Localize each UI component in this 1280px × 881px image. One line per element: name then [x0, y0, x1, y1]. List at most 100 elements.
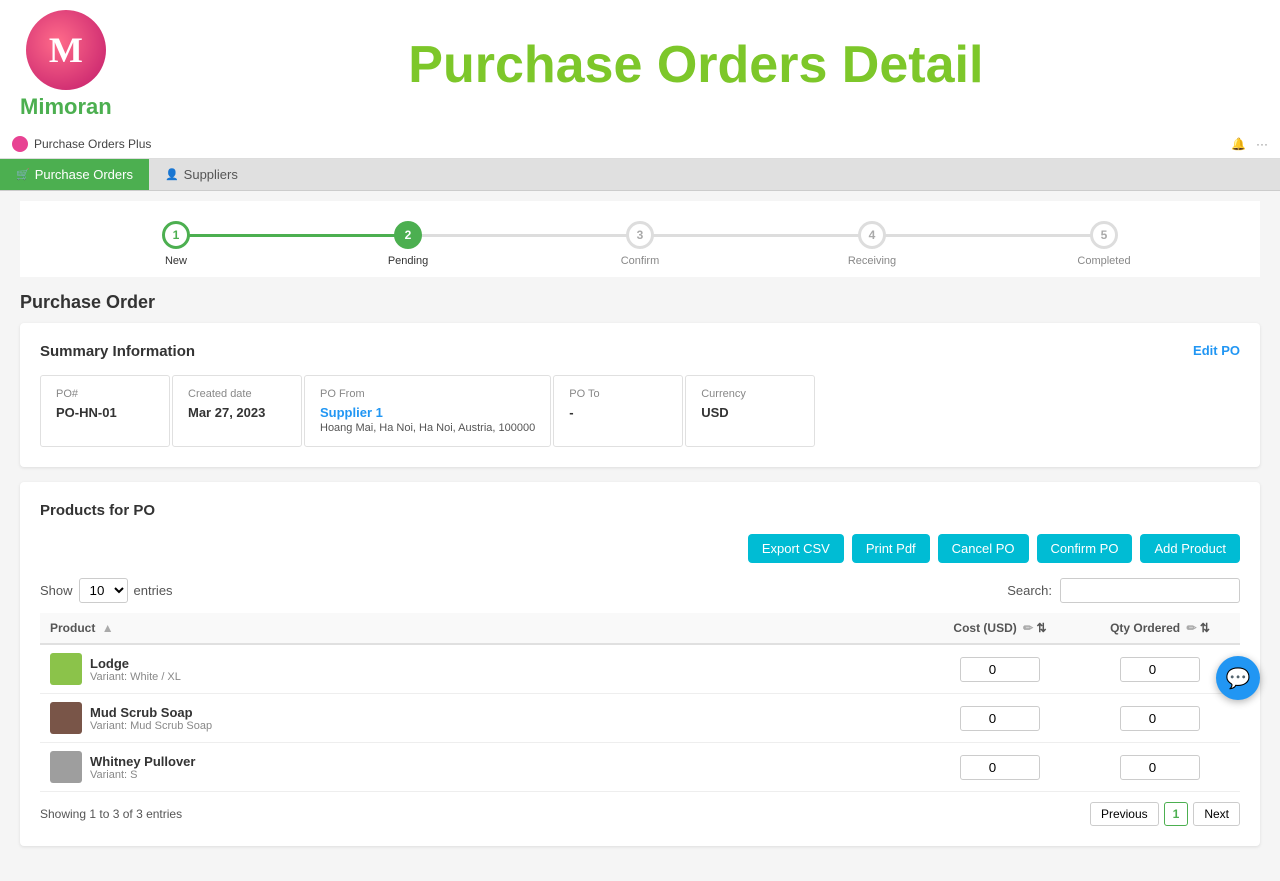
- step-circle-pending: 2: [394, 221, 422, 249]
- summary-grid: PO# PO-HN-01 Created date Mar 27, 2023 P…: [40, 375, 1240, 447]
- summary-card-header: Summary Information Edit PO: [40, 343, 1240, 360]
- summary-cell-po-to: PO To -: [553, 375, 683, 447]
- page-title: Purchase Orders Detail: [132, 35, 1260, 95]
- cost-input-1[interactable]: [960, 706, 1040, 731]
- cost-cell-0: [920, 644, 1080, 694]
- next-page-button[interactable]: Next: [1193, 802, 1240, 826]
- qty-input-2[interactable]: [1120, 755, 1200, 780]
- step-label-completed: Completed: [1077, 255, 1130, 267]
- bell-icon[interactable]: 🔔: [1231, 137, 1246, 151]
- product-name-1: Mud Scrub Soap: [90, 705, 212, 720]
- logo-circle: M: [26, 10, 106, 90]
- summary-card: Summary Information Edit PO PO# PO-HN-01…: [20, 323, 1260, 467]
- pagination-controls: Previous 1 Next: [1090, 802, 1240, 826]
- app-bar-actions: 🔔 ···: [1231, 137, 1268, 151]
- nav-tab-suppliers[interactable]: 👤 Suppliers: [149, 159, 254, 190]
- created-date-value: Mar 27, 2023: [188, 405, 286, 420]
- products-header: Products for PO: [40, 502, 1240, 519]
- table-controls: Show 10 25 50 entries Search:: [40, 578, 1240, 603]
- table-row: Mud Scrub Soap Variant: Mud Scrub Soap: [40, 694, 1240, 743]
- product-sort-icon: ▲: [102, 621, 114, 635]
- step-label-receiving: Receiving: [848, 255, 896, 267]
- qty-cell-1: [1080, 694, 1240, 743]
- export-csv-button[interactable]: Export CSV: [748, 534, 844, 563]
- entries-label: entries: [134, 583, 173, 598]
- product-cell-inner-2: Whitney Pullover Variant: S: [50, 751, 910, 783]
- cost-cell-1: [920, 694, 1080, 743]
- products-toolbar: Export CSV Print Pdf Cancel PO Confirm P…: [40, 534, 1240, 563]
- chat-icon: 💬: [1226, 666, 1251, 691]
- previous-page-button[interactable]: Previous: [1090, 802, 1159, 826]
- purchase-orders-label: Purchase Orders: [35, 167, 133, 182]
- po-from-label: PO From: [320, 388, 535, 400]
- step-label-new: New: [165, 255, 187, 267]
- step-receiving: 4 Receiving: [756, 221, 988, 267]
- currency-label: Currency: [701, 388, 799, 400]
- col-product[interactable]: Product ▲: [40, 613, 920, 644]
- purchase-orders-icon: 🛒: [16, 168, 30, 181]
- product-cell-2: Whitney Pullover Variant: S: [40, 743, 920, 792]
- step-completed: 5 Completed: [988, 221, 1220, 267]
- col-cost-label: Cost (USD): [953, 621, 1016, 635]
- qty-input-1[interactable]: [1120, 706, 1200, 731]
- col-cost[interactable]: Cost (USD) ✏ ⇅: [920, 613, 1080, 644]
- product-thumb-1: [50, 702, 82, 734]
- summary-cell-currency: Currency USD: [685, 375, 815, 447]
- more-icon[interactable]: ···: [1256, 137, 1268, 151]
- product-variant-0: Variant: White / XL: [90, 671, 181, 683]
- col-qty[interactable]: Qty Ordered ✏ ⇅: [1080, 613, 1240, 644]
- step-confirm: 3 Confirm: [524, 221, 756, 267]
- product-info-1: Mud Scrub Soap Variant: Mud Scrub Soap: [90, 705, 212, 732]
- table-row: Lodge Variant: White / XL: [40, 644, 1240, 694]
- cost-cell-2: [920, 743, 1080, 792]
- entries-select[interactable]: 10 25 50: [79, 578, 128, 603]
- step-label-pending: Pending: [388, 255, 428, 267]
- product-cell-inner-0: Lodge Variant: White / XL: [50, 653, 910, 685]
- product-cell-inner-1: Mud Scrub Soap Variant: Mud Scrub Soap: [50, 702, 910, 734]
- nav-tab-purchase-orders[interactable]: 🛒 Purchase Orders: [0, 159, 149, 190]
- search-label: Search:: [1007, 583, 1052, 598]
- summary-card-title: Summary Information: [40, 343, 195, 360]
- chat-bubble[interactable]: 💬: [1216, 656, 1260, 700]
- cancel-po-button[interactable]: Cancel PO: [938, 534, 1029, 563]
- product-name-0: Lodge: [90, 656, 181, 671]
- step-circle-new: 1: [162, 221, 190, 249]
- product-variant-2: Variant: S: [90, 769, 195, 781]
- summary-cell-po-from: PO From Supplier 1 Hoang Mai, Ha Noi, Ha…: [304, 375, 551, 447]
- pagination: Showing 1 to 3 of 3 entries Previous 1 N…: [40, 802, 1240, 826]
- step-new: 1 New: [60, 221, 292, 267]
- show-entries-control: Show 10 25 50 entries: [40, 578, 173, 603]
- po-from-address: Hoang Mai, Ha Noi, Ha Noi, Austria, 1000…: [320, 422, 535, 434]
- app-bar-title: Purchase Orders Plus: [34, 137, 151, 151]
- product-variant-1: Variant: Mud Scrub Soap: [90, 720, 212, 732]
- logo-area: M Mimoran: [20, 10, 112, 120]
- qty-cell-0: [1080, 644, 1240, 694]
- show-label: Show: [40, 583, 73, 598]
- add-product-button[interactable]: Add Product: [1140, 534, 1240, 563]
- step-pending: 2 Pending: [292, 221, 524, 267]
- cost-sort-icon: ✏: [1023, 621, 1033, 635]
- main-content: 1 New 2 Pending 3 Confirm 4 Receiving 5 …: [0, 191, 1280, 881]
- po-from-supplier[interactable]: Supplier 1: [320, 405, 535, 420]
- po-number-label: PO#: [56, 388, 154, 400]
- cost-input-2[interactable]: [960, 755, 1040, 780]
- cost-sort-arrows: ⇅: [1037, 621, 1047, 635]
- step-circle-confirm: 3: [626, 221, 654, 249]
- suppliers-icon: 👤: [165, 168, 179, 181]
- edit-po-link[interactable]: Edit PO: [1193, 343, 1240, 358]
- current-page: 1: [1164, 802, 1189, 826]
- po-to-label: PO To: [569, 388, 667, 400]
- col-product-label: Product: [50, 621, 95, 635]
- product-cell-0: Lodge Variant: White / XL: [40, 644, 920, 694]
- product-cell-1: Mud Scrub Soap Variant: Mud Scrub Soap: [40, 694, 920, 743]
- product-thumb-2: [50, 751, 82, 783]
- confirm-po-button[interactable]: Confirm PO: [1037, 534, 1133, 563]
- print-pdf-button[interactable]: Print Pdf: [852, 534, 930, 563]
- purchase-order-title: Purchase Order: [20, 292, 1260, 313]
- po-number-value: PO-HN-01: [56, 405, 154, 420]
- search-input[interactable]: [1060, 578, 1240, 603]
- suppliers-label: Suppliers: [184, 167, 238, 182]
- qty-input-0[interactable]: [1120, 657, 1200, 682]
- progress-stepper: 1 New 2 Pending 3 Confirm 4 Receiving 5 …: [20, 201, 1260, 277]
- cost-input-0[interactable]: [960, 657, 1040, 682]
